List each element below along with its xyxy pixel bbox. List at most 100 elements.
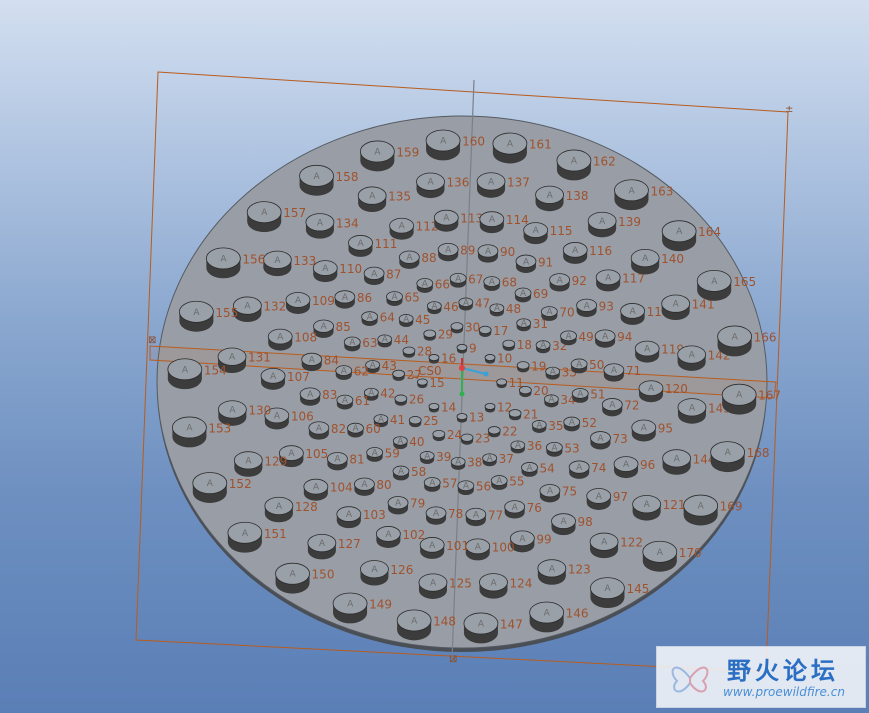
pin-axis-label: A: [313, 483, 320, 493]
pin-number-label: 51: [590, 387, 605, 401]
pin-axis-label: A: [473, 510, 480, 520]
pin[interactable]: 26: [394, 393, 424, 407]
pin-axis-label: A: [352, 424, 359, 434]
pin-axis-label: A: [698, 502, 705, 512]
pin-axis-label: A: [642, 254, 649, 264]
pin-number-label: 152: [229, 477, 252, 491]
pin[interactable]: A 47: [458, 296, 490, 311]
pin[interactable]: 22: [487, 424, 518, 438]
pin-number-label: 120: [665, 382, 688, 396]
pin-number-label: 56: [476, 480, 491, 494]
pin-axis-label: A: [644, 345, 651, 355]
pin-number-label: 127: [338, 537, 361, 551]
pin-number-label: 168: [747, 446, 770, 460]
pin-number-label: 23: [475, 432, 490, 446]
pin-number-label: 136: [447, 176, 470, 190]
pin-axis-label: A: [295, 296, 302, 306]
pin-axis-label: A: [549, 564, 556, 574]
pin-number-label: 9: [469, 341, 477, 355]
pin[interactable]: A 36: [510, 439, 542, 454]
pin-number-label: 89: [460, 244, 475, 258]
pin-number-label: 81: [349, 453, 364, 467]
watermark-url: www.proewildfire.cn: [723, 685, 845, 699]
pin-number-label: 57: [442, 476, 457, 490]
pin[interactable]: A 37: [482, 452, 514, 467]
datum-plane-bottom-tag: ⊠: [449, 654, 457, 665]
pin[interactable]: A 39: [419, 450, 451, 464]
pin-number-label: 19: [531, 359, 546, 373]
pin-axis-label: A: [507, 140, 514, 150]
pin-number-label: 78: [448, 507, 463, 521]
pin[interactable]: A 43: [365, 359, 397, 374]
pin[interactable]: 24: [432, 428, 462, 442]
pin[interactable]: 20: [518, 384, 549, 398]
pin-axis-label: A: [455, 274, 462, 284]
pin[interactable]: A 34: [543, 393, 576, 408]
pin-number-label: 126: [390, 563, 413, 577]
pin-number-label: 70: [559, 306, 574, 320]
pin-number-label: 156: [242, 252, 265, 266]
pin-axis-label: A: [443, 214, 450, 224]
pin[interactable]: 18: [502, 338, 532, 352]
pin[interactable]: A 38: [450, 456, 482, 470]
datum-plane-front-tag: ⊠: [148, 335, 156, 346]
pin-number-label: 44: [394, 333, 409, 347]
pin-axis-label: A: [547, 191, 554, 201]
pin-axis-label: A: [725, 448, 732, 458]
pin-number-label: 73: [612, 432, 627, 446]
pin[interactable]: A 167: [721, 383, 781, 415]
pin[interactable]: 19: [516, 359, 546, 373]
pin-number-label: 147: [500, 617, 523, 631]
pin-number-label: 159: [396, 145, 419, 159]
pin-axis-label: A: [604, 584, 611, 594]
pin-axis-label: A: [455, 458, 462, 468]
pin[interactable]: A 35: [531, 419, 564, 433]
pin-number-label: 21: [523, 407, 538, 421]
pin-axis-label: A: [186, 424, 193, 434]
pin-number-label: 124: [509, 576, 532, 590]
pin[interactable]: 23: [460, 432, 490, 446]
pin-axis-label: A: [207, 479, 214, 489]
cad-3d-model[interactable]: ± ⊠ ⊠ 9101112131415161718192021222324252…: [0, 0, 869, 713]
pin-axis-label: A: [382, 335, 389, 345]
pin-number-label: 94: [617, 330, 632, 344]
pin-number-label: 111: [374, 237, 397, 251]
pin-axis-label: A: [316, 424, 323, 434]
pin-axis-label: A: [277, 333, 284, 343]
pin[interactable]: A 44: [377, 333, 409, 348]
forum-watermark: 野火论坛 www.proewildfire.cn: [656, 646, 866, 708]
pin-number-label: 150: [312, 568, 335, 582]
pin-axis-label: A: [261, 208, 268, 218]
pin-number-label: 38: [467, 456, 482, 470]
pin-axis-label: A: [370, 361, 377, 371]
pin-top: [508, 409, 522, 418]
pin-axis-label: A: [399, 222, 406, 232]
pin[interactable]: A 46: [426, 300, 459, 315]
pin-top: [518, 385, 532, 395]
cad-model-viewport[interactable]: ± ⊠ ⊠ 9 10 11 12 13 14 15 16 17 18 19 20 21 22 23 24 25 2…: [0, 0, 869, 713]
pin-number-label: 58: [411, 465, 426, 479]
pin[interactable]: A 168: [710, 441, 770, 473]
pin-axis-label: A: [422, 279, 429, 289]
pin[interactable]: 17: [478, 324, 508, 338]
pin-number-label: 162: [593, 154, 616, 168]
pin[interactable]: 21: [508, 407, 538, 421]
pin[interactable]: A 166: [717, 325, 777, 357]
pin[interactable]: A 145: [590, 577, 649, 609]
pin-axis-label: A: [342, 293, 349, 303]
pin[interactable]: 30: [450, 320, 480, 334]
pin[interactable]: A 169: [683, 494, 743, 526]
pin-number-label: 28: [417, 345, 432, 359]
pin-axis-label: A: [245, 456, 252, 466]
pin-number-label: 99: [536, 532, 551, 546]
pin-axis-label: A: [429, 478, 436, 488]
pin[interactable]: A 170: [642, 540, 702, 572]
pin[interactable]: 29: [423, 328, 453, 342]
pin[interactable]: A 48: [489, 302, 521, 317]
pin-number-label: 91: [538, 255, 553, 269]
pin-number-label: 123: [568, 562, 591, 576]
pin[interactable]: A 45: [398, 313, 430, 327]
pin-number-label: 66: [435, 277, 450, 291]
pin[interactable]: 25: [408, 414, 439, 428]
pin-number-label: 79: [410, 497, 425, 511]
